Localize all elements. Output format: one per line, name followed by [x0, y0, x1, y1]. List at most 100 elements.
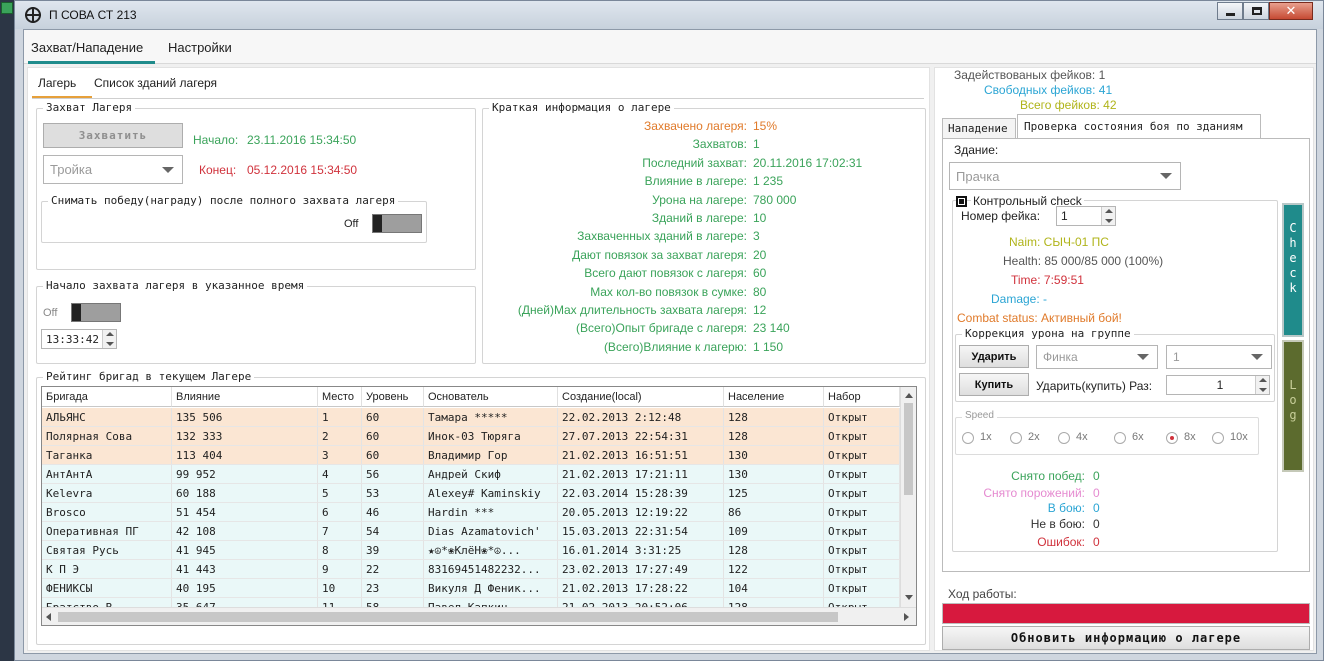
table-row[interactable]: Полярная Сова 132 333 2 60 Инок-03 Тюряга 27.… — [42, 427, 900, 446]
desktop-icon — [1, 2, 13, 14]
reward-group-legend: Снимать победу(награду) после полного за… — [48, 194, 399, 207]
camp-info-row: (Дней)Max длительность захвата лагеря: 12 — [483, 303, 925, 321]
health-text: Health: 85 000/85 000 (100%) — [1003, 254, 1164, 268]
vertical-letter: h — [1289, 236, 1297, 250]
table-cell: 3 — [318, 446, 362, 465]
amount-combo[interactable]: 1 — [1166, 345, 1272, 369]
table-row[interactable]: ФЕНИКСЫ 40 195 10 23 Викуля Д Феник... 21.02.… — [42, 579, 900, 598]
timer-spin-buttons[interactable] — [102, 330, 116, 348]
camp-info-row: Влияние в лагере: 1 235 — [483, 174, 925, 192]
capture-button[interactable]: Захватить — [43, 123, 183, 148]
menu-tab-capture-underline — [28, 61, 155, 64]
desktop-left-strip — [0, 0, 14, 661]
camp-info-value: 20.11.2016 17:02:31 — [753, 155, 863, 170]
table-cell: 22.02.2013 2:12:48 — [558, 408, 724, 427]
table-row[interactable]: Kelevra 60 188 5 53 Alexey# Kaminskiy 22.03.2… — [42, 484, 900, 503]
scroll-left-icon[interactable] — [46, 613, 51, 621]
speed-radio[interactable] — [1010, 432, 1022, 444]
right-tab-building-check[interactable]: Проверка состояния боя по зданиям — [1017, 114, 1261, 138]
table-cell: 54 — [362, 522, 424, 541]
vertical-letter: c — [1289, 266, 1297, 280]
vertical-letter: k — [1289, 281, 1297, 295]
table-row[interactable]: Brosco 51 454 6 46 Hardin *** 20.05.2013 12:1… — [42, 503, 900, 522]
table-cell: 99 952 — [172, 465, 318, 484]
control-check-checkbox[interactable] — [956, 196, 967, 207]
table-cell: Инок-03 Тюряга — [424, 427, 558, 446]
camp-info-label: Дают повязок за захват лагеря: — [572, 247, 747, 262]
check-button[interactable]: Check — [1282, 203, 1304, 337]
reward-toggle[interactable] — [372, 214, 422, 233]
fake-num-spin-buttons[interactable] — [1101, 207, 1115, 225]
times-value: 1 — [1216, 378, 1224, 392]
fake-num-field[interactable]: 1 — [1056, 206, 1116, 226]
speed-radio[interactable] — [1212, 432, 1224, 444]
table-cell: 83169451482232... — [424, 560, 558, 579]
table-row[interactable]: АнтАнтА 99 952 4 56 Андрей Скиф 21.02.2013 17… — [42, 465, 900, 484]
table-cell: 60 188 — [172, 484, 318, 503]
minimize-button[interactable] — [1217, 2, 1243, 20]
team-combo[interactable]: Тройка — [43, 155, 183, 184]
table-cell: 51 454 — [172, 503, 318, 522]
fakes-used: Задействованых фейков: 1 — [954, 68, 1106, 82]
close-button[interactable]: ✕ — [1269, 2, 1313, 20]
table-vscroll-thumb[interactable] — [904, 403, 913, 495]
right-tab-attack[interactable]: Нападение — [942, 118, 1016, 138]
speed-radio[interactable] — [1114, 432, 1126, 444]
speed-radio[interactable] — [962, 432, 974, 444]
hit-button[interactable]: Ударить — [959, 345, 1029, 368]
amount-combo-value: 1 — [1173, 350, 1180, 364]
column-header[interactable]: Создание(local) — [558, 387, 724, 407]
table-hscroll-thumb[interactable] — [58, 612, 838, 622]
table-row[interactable]: Таганка 113 404 3 60 Владимир Гор 21.02.2013 … — [42, 446, 900, 465]
table-cell: Hardin *** — [424, 503, 558, 522]
column-header[interactable]: Бригада — [42, 387, 172, 407]
maximize-button[interactable] — [1243, 2, 1269, 20]
camp-info-label: Захваченных зданий в лагере: — [577, 229, 747, 244]
table-hscrollbar[interactable] — [42, 607, 916, 625]
buy-button[interactable]: Купить — [959, 373, 1029, 396]
timer-time-field[interactable]: 13:33:42 — [41, 329, 117, 349]
timer-toggle[interactable] — [71, 303, 121, 322]
table-cell: Таганка — [42, 446, 172, 465]
scroll-right-icon[interactable] — [904, 613, 909, 621]
times-field[interactable]: 1 — [1166, 375, 1270, 395]
subtab-buildings[interactable]: Список зданий лагеря — [94, 76, 217, 90]
column-header[interactable]: Население — [724, 387, 824, 407]
table-cell: 4 — [318, 465, 362, 484]
naim-text: Naim: СЫЧ-01 ПС — [1009, 235, 1109, 249]
table-cell: 46 — [362, 503, 424, 522]
column-header[interactable]: Место — [318, 387, 362, 407]
table-cell: 2 — [318, 427, 362, 446]
camp-info-label: Захватов: — [692, 137, 747, 152]
menu-tab-settings[interactable]: Настройки — [168, 40, 232, 55]
column-header[interactable]: Влияние — [172, 387, 318, 407]
refresh-camp-button[interactable]: Обновить информацию о лагере — [942, 626, 1310, 650]
table-vscrollbar[interactable] — [900, 387, 916, 607]
speed-radio[interactable] — [1058, 432, 1070, 444]
speed-radio[interactable] — [1166, 432, 1178, 444]
column-header[interactable]: Основатель — [424, 387, 558, 407]
menu-tab-capture[interactable]: Захват/Нападение — [31, 40, 143, 55]
times-spin-buttons[interactable] — [1255, 376, 1269, 394]
scroll-up-icon[interactable] — [905, 393, 913, 398]
column-header[interactable]: Набор — [824, 387, 900, 407]
table-row[interactable]: Оперативная ПГ 42 108 7 54 Dias Azamatovich'… — [42, 522, 900, 541]
table-row[interactable]: Святая Русь 41 945 8 39 ★☮*❀КлёН❀*☮... 16.01.… — [42, 541, 900, 560]
camp-info-value: 23 140 — [753, 321, 790, 336]
table-cell: 128 — [724, 408, 824, 427]
table-row[interactable]: АЛЬЯНС 135 506 1 60 Тамара ***** 22.02.2013 2… — [42, 408, 900, 427]
building-combo[interactable]: Прачка — [949, 162, 1181, 190]
subtab-camp[interactable]: Лагерь — [38, 76, 76, 90]
table-cell: Владимир Гор — [424, 446, 558, 465]
log-button-label: Log — [1284, 378, 1302, 423]
speed-group: Speed 1x 2x 4x 6x 8x 10x — [955, 410, 1259, 455]
wins-value: 0 — [1093, 469, 1100, 483]
column-header[interactable]: Уровень — [362, 387, 424, 407]
table-cell: Открыт — [824, 503, 900, 522]
log-button[interactable]: Log — [1282, 340, 1304, 472]
scroll-down-icon[interactable] — [905, 595, 913, 600]
table-row[interactable]: К П Э 41 443 9 22 83169451482232... 23.02.201… — [42, 560, 900, 579]
weapon-combo[interactable]: Финка — [1036, 345, 1158, 369]
table-cell: 22.03.2014 15:28:39 — [558, 484, 724, 503]
table-cell: 128 — [724, 427, 824, 446]
